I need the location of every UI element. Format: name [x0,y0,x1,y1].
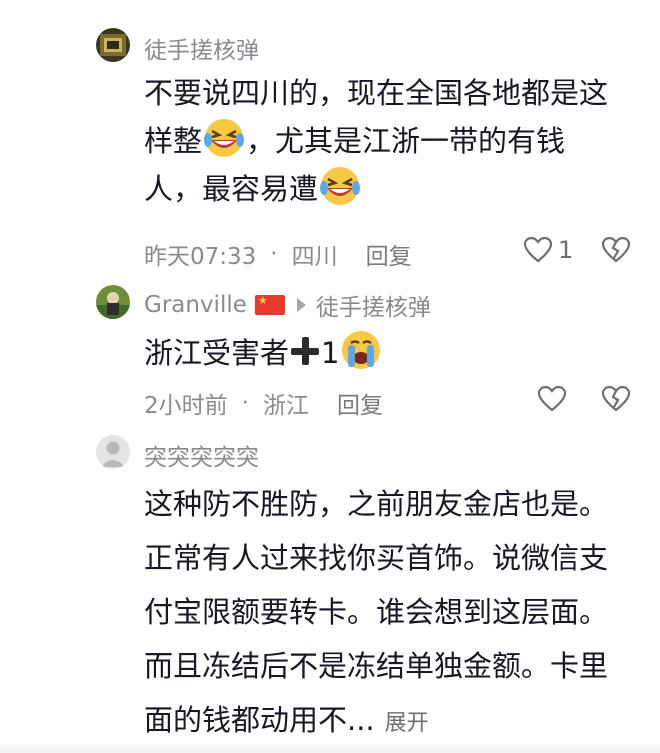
comment-meta: 2小时前 · 浙江 回复 [144,386,383,420]
crying-laughing-emoji-icon [320,167,361,205]
comment-text-line: 付宝限额要转卡。谁会想到这层面。 [144,595,609,629]
expand-button[interactable]: 展开 [385,711,429,736]
heart-icon [538,386,566,412]
author-name[interactable]: 徒手搓核弹 [144,31,259,65]
avatar[interactable] [96,435,130,469]
dislike-button[interactable] [601,236,631,267]
comment-time: 2小时前 [144,393,228,419]
loudly-crying-emoji-icon [342,331,381,369]
comment-text-line: 而且冻结后不是冻结单独金额。卡里 [144,649,609,683]
comment-meta: 昨天07:33 · 四川 回复 [144,237,412,271]
comment-text-line: 人，最容易遭 [144,164,644,212]
comment-author[interactable]: 徒手搓核弹 [144,31,259,65]
comment-text: 不要说四川的，现在全国各地都是这 样整 ，尤其是江浙一带的有钱 人，最容易遭 [144,70,644,212]
meta-separator: · [241,390,249,416]
meta-separator: · [270,241,278,267]
comment-text-line: 样整 ，尤其是江浙一带的有钱 [144,116,644,164]
reply-arrow-icon [296,298,306,312]
comment-text-fragment: ，尤其是江浙一带的有钱 [246,124,566,158]
avatar[interactable] [96,28,130,62]
plus-icon [289,335,321,367]
reply-button[interactable]: 回复 [366,237,412,271]
broken-heart-icon [601,236,631,263]
reply-to-name[interactable]: 徒手搓核弹 [316,288,431,322]
like-button[interactable] [538,386,572,412]
comment-location: 浙江 [262,393,309,419]
china-flag-icon [254,294,285,315]
comment-author[interactable]: Granville 徒手搓核弹 [144,288,431,322]
comment-time: 昨天07:33 [144,244,257,270]
comment-text-fragment: 浙江受害者 [144,336,290,370]
comment-text-line: 这种防不胜防，之前朋友金店也是。 [144,487,609,521]
dislike-button[interactable] [601,385,631,416]
comment-text-fragment: 人，最容易遭 [144,172,319,206]
comment-text-fragment: 1 [321,336,340,370]
comment-text-fragment: 样整 [144,124,203,158]
comment-text: 这种防不胜防，之前朋友金店也是。 正常有人过来找你买首饰。说微信支 付宝限额要转… [144,477,644,751]
comment-text: 浙江受害者 1 [144,328,644,376]
author-name[interactable]: Granville [144,292,247,318]
avatar[interactable] [96,285,130,319]
heart-icon [524,237,552,263]
comment-author[interactable]: 突突突突突 [144,438,259,472]
comment-text-line: 不要说四川的，现在全国各地都是这 [144,76,609,110]
bottom-edge [0,743,660,753]
broken-heart-icon [601,385,631,412]
author-name[interactable]: 突突突突突 [144,438,259,472]
reply-button[interactable]: 回复 [337,386,383,420]
comment-text-fragment: 面的钱都动用不... [144,703,375,737]
comment-location: 四川 [291,244,338,270]
comment-text-line: 正常有人过来找你买首饰。说微信支 [144,541,609,575]
like-button[interactable]: 1 [524,236,573,264]
like-count: 1 [558,236,574,264]
crying-laughing-emoji-icon [204,119,245,157]
